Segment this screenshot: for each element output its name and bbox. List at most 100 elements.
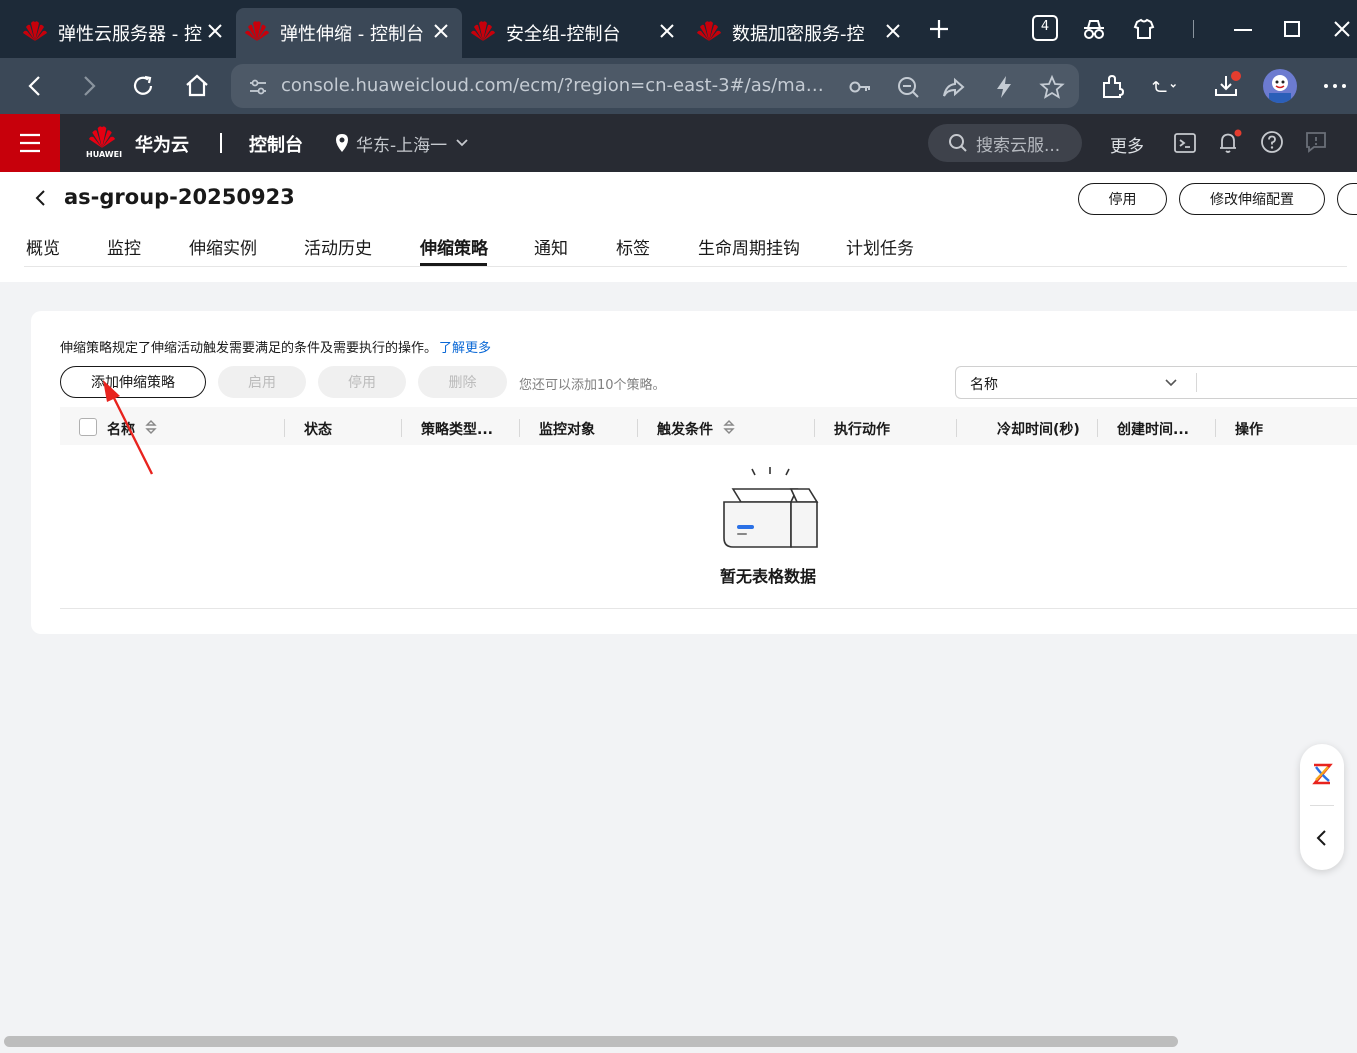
tab-notifications[interactable]: 通知 [534,234,568,259]
feedback-icon[interactable] [1304,130,1328,154]
delete-policy-button[interactable]: 删除 [418,366,507,398]
browser-tab-ecs[interactable]: 弹性云服务器 - 控 [4,8,236,58]
more-menu[interactable]: 更多 [1110,132,1144,157]
column-divider [956,419,957,437]
zoom-out-icon[interactable] [895,74,921,100]
close-icon[interactable] [656,20,678,42]
chevron-down-icon [1165,379,1177,387]
console-header: HUAWEI 华为云 控制台 华东-上海一 搜索云服... 更多 [0,114,1357,172]
column-header-status: 状态 [304,422,332,438]
enable-policy-button[interactable]: 启用 [218,366,306,398]
location-pin-icon [336,134,348,152]
browser-tab-autoscaling[interactable]: 弹性伸缩 - 控制台 [236,8,462,58]
tab-scaling-policies[interactable]: 伸缩策略 [420,234,488,259]
button-label: 修改伸缩配置 [1210,192,1294,208]
horizontal-scrollbar[interactable] [0,1032,1357,1053]
collapse-chevron-icon[interactable] [1312,828,1332,848]
share-icon[interactable] [941,74,967,100]
maximize-icon[interactable] [1277,14,1307,44]
page-title: as-group-20250923 [64,185,295,209]
scrollbar-thumb[interactable] [4,1036,1178,1047]
filter-search-input[interactable] [1197,367,1357,398]
service-menu-button[interactable] [0,114,60,172]
column-header-created-time: 创建时间... [1117,422,1189,438]
cloud-shell-icon[interactable] [1173,131,1197,155]
more-options-icon[interactable] [1320,71,1350,101]
close-icon[interactable] [204,20,226,42]
sort-icon[interactable] [723,419,735,435]
huawei-logo-icon [697,21,721,41]
close-window-icon[interactable] [1327,14,1357,44]
console-search-input[interactable]: 搜索云服... [928,124,1082,162]
favorite-star-icon[interactable] [1039,74,1065,100]
column-header-operations: 操作 [1235,422,1263,438]
browser-tab-strip: 弹性云服务器 - 控 弹性伸缩 - 控制台 安全组-控制台 数据加密服务-控 4 [0,0,1357,58]
brand-sub: HUAWEI [86,150,123,159]
tab-activity-history[interactable]: 活动历史 [304,234,372,259]
tab-actions-icon[interactable]: 4 [1032,15,1058,41]
key-icon[interactable] [847,74,873,100]
disable-group-button[interactable]: 停用 [1078,183,1167,215]
avatar-icon [1269,75,1291,103]
tab-title: 弹性云服务器 - 控 [58,24,202,45]
help-icon[interactable] [1260,130,1284,154]
column-header-trigger[interactable]: 触发条件 [657,419,713,439]
empty-state-text: 暂无表格数据 [720,567,817,586]
button-label: 停用 [348,375,376,391]
new-tab-icon[interactable] [924,14,954,44]
empty-box-icon [723,467,819,548]
hamburger-icon [20,133,40,153]
undo-dropdown-icon[interactable] [1150,71,1180,101]
filter-field-select[interactable]: 名称 [956,367,1196,398]
huawei-logo-icon [471,21,495,41]
back-icon[interactable] [20,71,50,101]
scaling-policy-panel: 伸缩策略规定了伸缩活动触发需要满足的条件及需要执行的操作。 了解更多 添加伸缩策略… [31,311,1357,634]
column-divider [1215,419,1216,437]
refresh-icon[interactable] [128,71,158,101]
forward-icon[interactable] [74,71,104,101]
tab-overview[interactable]: 概览 [26,234,60,259]
divider [1310,805,1334,806]
home-icon[interactable] [182,71,212,101]
huawei-logo[interactable]: HUAWEI [84,124,123,164]
incognito-icon[interactable] [1079,14,1109,44]
performance-icon[interactable] [991,74,1017,100]
column-divider [519,419,520,437]
column-header-action: 执行动作 [834,422,890,438]
browser-tab-kms[interactable]: 数据加密服务-控 [688,8,914,58]
column-divider [284,419,285,437]
address-bar[interactable]: console.huaweicloud.com/ecm/?region=cn-e… [231,64,1079,108]
more-actions-button[interactable] [1337,183,1357,215]
tab-scheduled-tasks[interactable]: 计划任务 [846,234,914,259]
button-label: 启用 [248,375,276,391]
column-divider [401,419,402,437]
tab-lifecycle-hooks[interactable]: 生命周期挂钩 [698,234,800,259]
tab-bar-divider [24,266,1347,267]
browser-tab-security-group[interactable]: 安全组-控制台 [462,8,688,58]
collections-icon[interactable] [1129,14,1159,44]
search-icon [949,134,967,152]
downloads-icon[interactable] [1211,71,1241,101]
extensions-icon[interactable] [1098,71,1128,101]
modify-config-button[interactable]: 修改伸缩配置 [1179,183,1325,215]
site-settings-icon[interactable] [247,76,269,98]
profile-avatar[interactable] [1263,69,1297,103]
back-arrow-icon[interactable] [32,188,50,208]
disable-policy-button[interactable]: 停用 [318,366,406,398]
tab-instances[interactable]: 伸缩实例 [189,234,257,259]
notification-bell-icon[interactable] [1216,129,1242,155]
region-selector[interactable]: 华东-上海一 [333,131,473,157]
select-all-checkbox[interactable] [79,418,97,436]
learn-more-link[interactable]: 了解更多 [439,341,491,356]
ai-assistant-icon[interactable] [1310,761,1334,787]
tab-monitoring[interactable]: 监控 [107,234,141,259]
tab-tags[interactable]: 标签 [616,234,650,259]
search-placeholder: 搜索云服... [976,136,1061,156]
console-title[interactable]: 控制台 [249,131,303,157]
divider [220,133,222,153]
close-icon[interactable] [882,20,904,42]
close-icon[interactable] [430,20,452,42]
annotation-arrow-icon [103,380,154,475]
browser-toolbar: console.huaweicloud.com/ecm/?region=cn-e… [0,58,1357,114]
minimize-icon[interactable] [1228,14,1258,44]
